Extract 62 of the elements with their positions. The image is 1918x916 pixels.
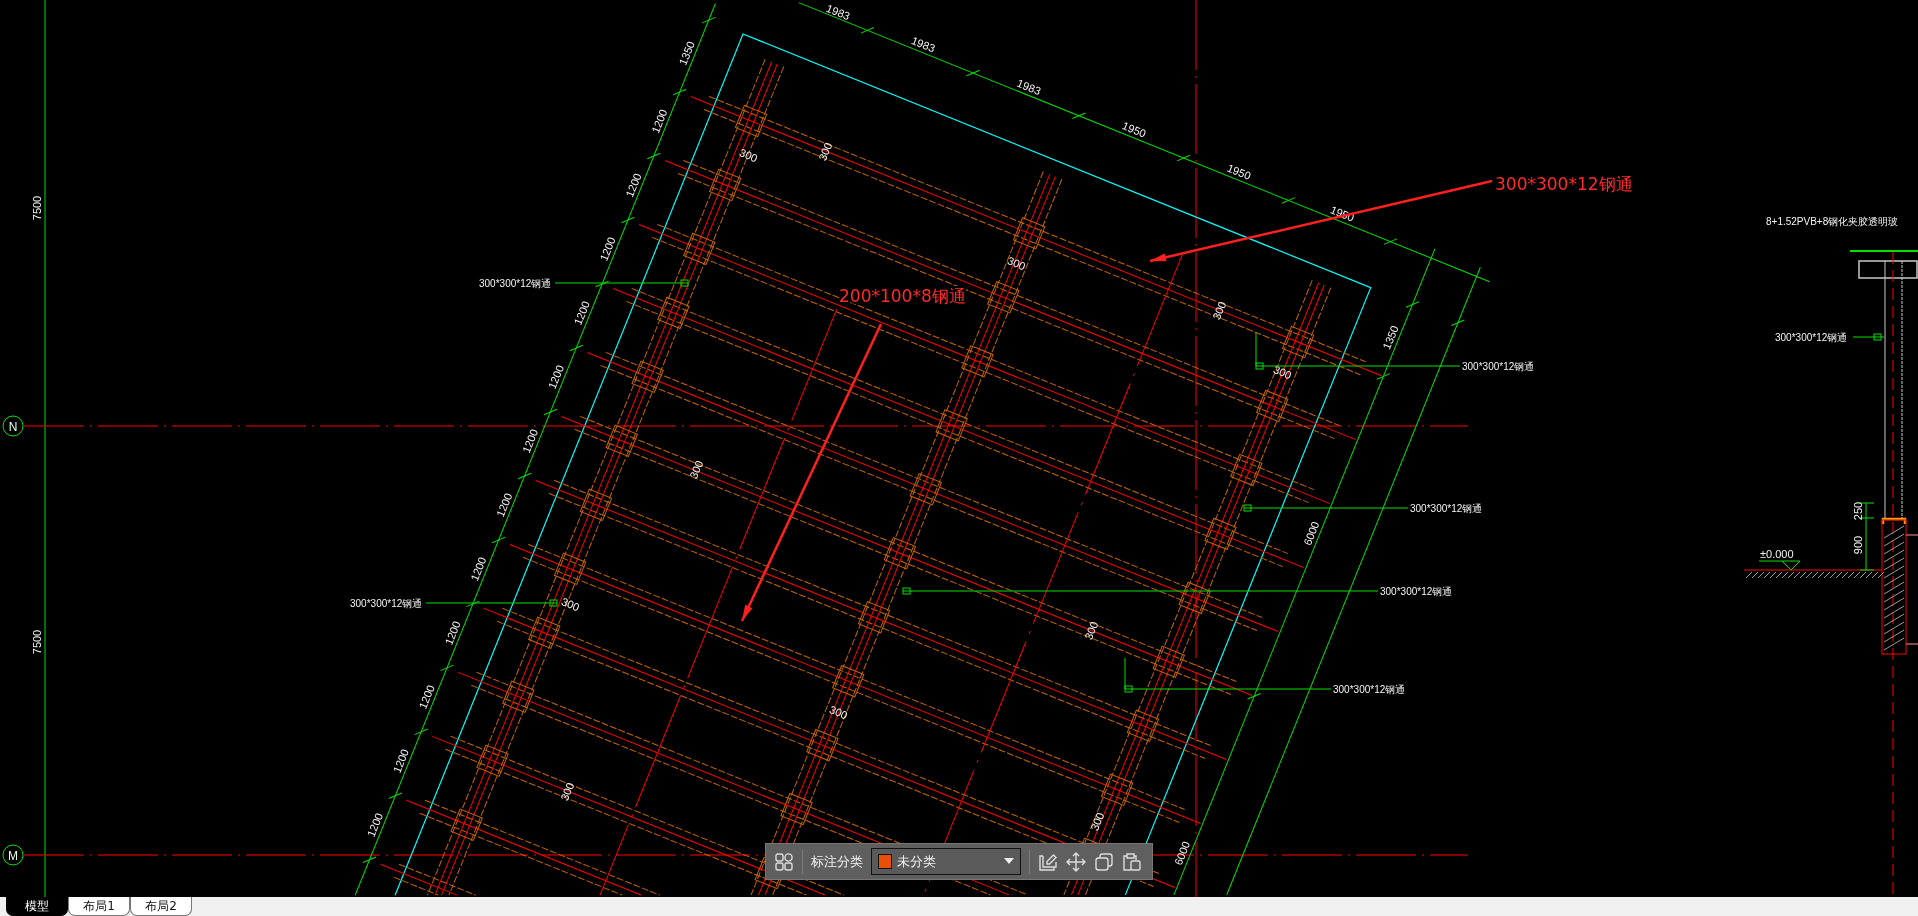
dimension-text: 300 <box>816 140 835 163</box>
callout-text: 200*100*8钢通 <box>839 286 966 306</box>
member-note: 300*300*12钢通 <box>1462 361 1535 372</box>
axis-bubble <box>2 415 24 437</box>
copy-icon[interactable] <box>1094 851 1114 872</box>
dimension-text: 1200 <box>519 427 541 455</box>
layout-tab[interactable]: 布局2 <box>130 897 192 916</box>
layout-tab[interactable]: 模型 <box>6 897 68 916</box>
dimension-text: 300 <box>1088 810 1107 833</box>
dimension-text: 1200 <box>571 299 592 327</box>
dimension-text: 1200 <box>597 235 618 263</box>
dimension-text: 1200 <box>364 811 386 839</box>
grid-icon[interactable] <box>774 851 794 872</box>
elevation-text: ±0.000 <box>1760 548 1794 560</box>
layout-tab[interactable]: 布局1 <box>68 897 130 916</box>
dimension-text: 300 <box>558 780 577 803</box>
dimension-text: 300 <box>1005 254 1028 273</box>
dimension-text: 1200 <box>494 491 515 519</box>
category-dropdown[interactable]: 未分类 <box>871 848 1021 875</box>
dimension-text: 250 <box>1852 501 1864 521</box>
dimension-text: 6000 <box>1171 839 1193 867</box>
dimension-text: 1200 <box>390 747 411 775</box>
dimension-text: 1350 <box>1380 323 1401 352</box>
member-note: 300*300*12钢通 <box>1380 586 1453 597</box>
category-label: 标注分类 <box>811 852 863 871</box>
member-note: 300*300*12钢通 <box>1410 503 1483 514</box>
dimension-text: 1983 <box>824 1 852 23</box>
dimension-text: 1200 <box>442 619 463 647</box>
dimension-text: 1200 <box>545 363 567 391</box>
dimension-text: 1200 <box>468 555 489 583</box>
dimension-text: 1350 <box>676 39 697 67</box>
move-icon[interactable] <box>1066 851 1086 872</box>
dimension-text: 7500 <box>31 195 43 221</box>
dimension-text: 300 <box>559 595 582 614</box>
dimension-text: 1200 <box>649 107 670 135</box>
member-note: 300*300*12钢通 <box>350 598 423 609</box>
dimension-text: 300 <box>1271 363 1294 382</box>
dimension-text: 1200 <box>416 683 437 711</box>
edit-icon[interactable] <box>1038 851 1058 872</box>
dimension-text: 1200 <box>623 171 644 199</box>
member-note: 300*300*12钢通 <box>479 278 552 289</box>
dimension-text: 1950 <box>1120 119 1148 140</box>
paste-icon[interactable] <box>1122 851 1142 872</box>
member-note: 300*300*12钢通 <box>1333 684 1406 695</box>
dimension-text: 300 <box>737 146 760 165</box>
axis-bubble <box>2 844 24 866</box>
dimension-text: 300 <box>1210 299 1229 322</box>
caret-icon <box>1004 858 1014 865</box>
dimension-text: 1983 <box>1015 76 1043 98</box>
dimension-text: 300 <box>827 703 850 722</box>
callout-text: 300*300*12钢通 <box>1495 174 1633 194</box>
dimension-text: 1983 <box>909 34 937 55</box>
member-note: 300*300*12钢通 <box>1775 332 1848 343</box>
dimension-text: 300 <box>687 458 706 481</box>
axis-label: M <box>8 849 18 863</box>
glass-note: 8+1.52PVB+8钢化夹胶透明玻 <box>1766 216 1899 227</box>
dimension-text: 1950 <box>1225 161 1253 182</box>
dimension-text: 900 <box>1852 535 1864 555</box>
dimension-text: 6000 <box>1301 519 1322 547</box>
dimension-text: 7500 <box>31 629 43 655</box>
axis-label: N <box>8 420 18 434</box>
dimension-text: 300 <box>1082 619 1101 642</box>
